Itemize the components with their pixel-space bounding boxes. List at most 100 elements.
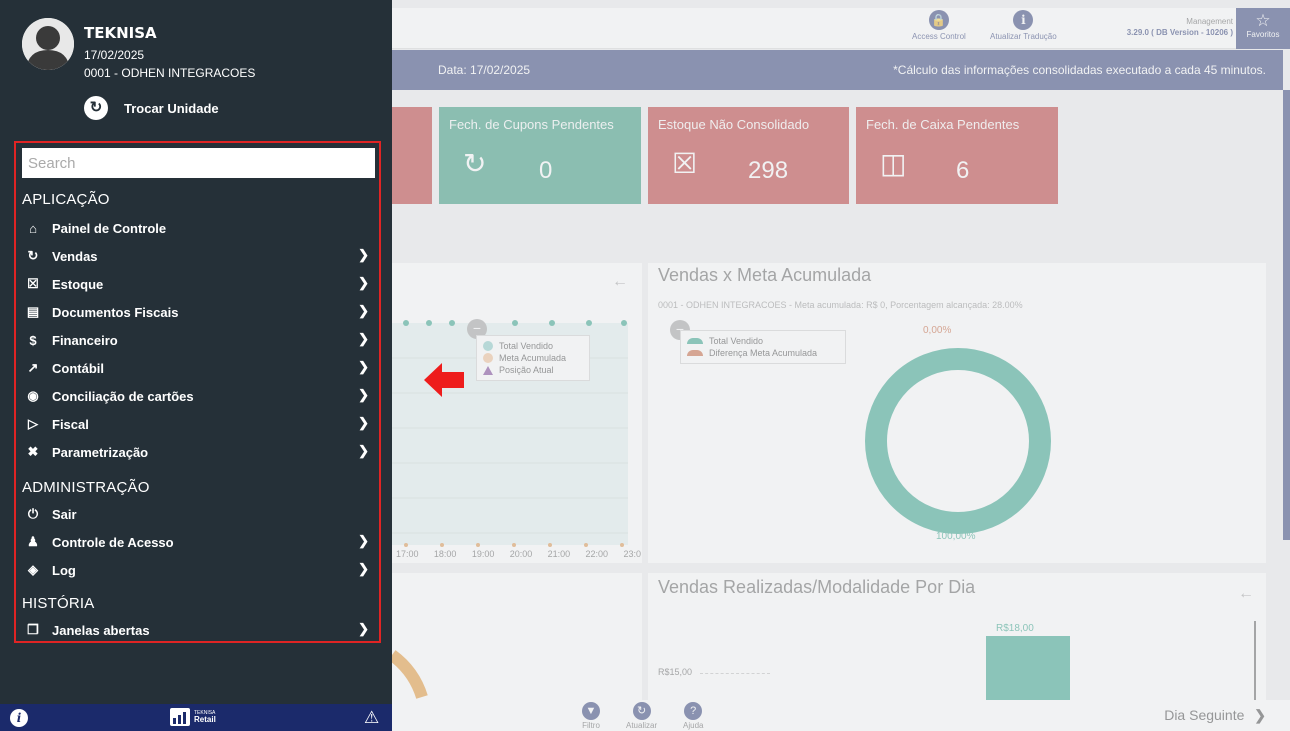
menu-item-label: Documentos Fiscais <box>52 304 179 320</box>
menu-item-controle-de-acesso[interactable]: ♟ Controle de Acesso ❯ <box>26 531 371 553</box>
x-tick: 23:0 <box>623 549 641 559</box>
legend-item: Posição Atual <box>483 364 583 376</box>
series-point <box>512 543 516 547</box>
legend-item: Meta Acumulada <box>483 352 583 364</box>
user-date: 17/02/2025 <box>84 48 145 62</box>
menu-item-fiscal[interactable]: ▷ Fiscal ❯ <box>26 413 371 435</box>
bar-chart-panel: Vendas Realizadas/Modalidade Por Dia ← R… <box>648 573 1266 700</box>
chevron-right-icon: ❯ <box>358 275 369 290</box>
legend-label: Meta Acumulada <box>499 353 567 363</box>
donut-top-label: 0,00% <box>923 325 952 336</box>
legend-label: Total Vendido <box>709 336 764 346</box>
home-icon: ⌂ <box>29 220 37 236</box>
update-translation-button[interactable]: i Atualizar Tradução <box>990 10 1057 41</box>
menu-item-label: Log <box>52 562 76 578</box>
help-button[interactable]: ? Ajuda <box>683 702 703 730</box>
favorites-button[interactable]: ☆ Favoritos <box>1236 8 1290 49</box>
donut-legend: Total Vendido Diferença Meta Acumulada <box>680 330 846 364</box>
modality-chart <box>392 650 428 699</box>
menu-item-label: Janelas abertas <box>52 622 150 638</box>
chart-icon: ↗ <box>27 360 39 375</box>
chevron-right-icon: ❯ <box>358 303 369 318</box>
chevron-right-icon: ❯ <box>358 443 369 458</box>
menu-item-parametrizacao[interactable]: ✖ Parametrização ❯ <box>26 441 371 463</box>
series-point <box>404 543 408 547</box>
chevron-right-icon: ❯ <box>1254 707 1266 723</box>
legend-label: Diferença Meta Acumulada <box>709 348 818 358</box>
info-note: *Cálculo das informações consolidadas ex… <box>893 63 1266 77</box>
menu-item-conciliacao-de-cartoes[interactable]: ◉ Conciliação de cartões ❯ <box>26 385 371 407</box>
version-label: 3.29.0 ( DB Version - 10206 ) <box>1126 28 1233 37</box>
refresh-icon: ↻ <box>632 702 651 720</box>
documents-icon: ▤ <box>26 304 40 319</box>
next-day-button[interactable]: Dia Seguinte ❯ <box>1164 707 1266 724</box>
menu-item-label: Contábil <box>52 360 104 376</box>
windows-icon: ❐ <box>27 622 39 637</box>
menu-item-label: Financeiro <box>52 332 118 348</box>
scrollbar[interactable] <box>1283 90 1290 540</box>
refresh-label: Atualizar <box>626 721 658 730</box>
filter-button[interactable]: ▼ Filtro <box>582 702 600 730</box>
chevron-right-icon: ❯ <box>358 331 369 346</box>
menu-item-financeiro[interactable]: $ Financeiro ❯ <box>26 329 371 351</box>
avatar[interactable] <box>22 18 74 70</box>
line-chart-panel: ← − Total Vendido Meta Acumulada Posição… <box>392 263 642 563</box>
menu-item-documentos-fiscais[interactable]: ▤ Documentos Fiscais ❯ <box>26 301 371 323</box>
menu-item-painel-de-controle[interactable]: ⌂ Painel de Controle <box>26 217 371 239</box>
sync-dollar-icon: ↻ <box>463 148 487 179</box>
swap-unit-label: Trocar Unidade <box>124 100 219 116</box>
donut-title: Vendas x Meta Acumulada <box>658 265 872 285</box>
menu-item-log[interactable]: ◈ Log ❯ <box>26 559 371 581</box>
donut-panel: Vendas x Meta Acumulada 0001 - ODHEN INT… <box>648 263 1266 563</box>
tools-icon: ✖ <box>27 444 39 459</box>
bar-chart-title: Vendas Realizadas/Modalidade Por Dia <box>658 577 976 597</box>
chevron-right-icon: ❯ <box>358 359 369 374</box>
section-administration: ADMINISTRAÇÃO <box>22 479 150 496</box>
line-chart <box>392 320 628 547</box>
series-point <box>426 320 432 326</box>
logo-chart-icon <box>170 708 190 726</box>
series-point <box>512 320 518 326</box>
kpi-card-coupons[interactable]: Fech. de Cupons Pendentes ↻ 0 <box>439 107 641 204</box>
info-icon: i <box>1013 10 1034 30</box>
access-control-button[interactable]: 🔒 Access Control <box>912 10 966 41</box>
legend-label: Total Vendido <box>499 341 554 351</box>
menu-item-label: Controle de Acesso <box>52 534 174 550</box>
menu-item-vendas[interactable]: ↻ Vendas ❯ <box>26 245 371 267</box>
x-tick: 19:00 <box>471 549 495 559</box>
chevron-right-icon: ❯ <box>358 621 369 636</box>
search-input[interactable] <box>22 148 375 178</box>
warning-icon[interactable]: ⚠ <box>364 708 379 728</box>
power-icon: ⏻ <box>27 506 39 521</box>
section-application: APLICAÇÃO <box>22 191 110 208</box>
kpi-card-stock[interactable]: Estoque Não Consolidado ☒ 298 <box>648 107 849 204</box>
series-point <box>548 543 552 547</box>
red-arrow-icon <box>424 363 464 397</box>
series-point <box>403 320 409 326</box>
version-info: Management 3.29.0 ( DB Version - 10206 ) <box>1095 16 1233 38</box>
kpi-card-title: Estoque Não Consolidado <box>658 117 810 132</box>
kpi-card-sales[interactable] <box>392 107 432 204</box>
kpi-card-cash[interactable]: Fech. de Caixa Pendentes ◫ 6 <box>856 107 1058 204</box>
menu-item-contabil[interactable]: ↗ Contábil ❯ <box>26 357 371 379</box>
donut-chart <box>865 348 1051 534</box>
update-translation-label: Atualizar Tradução <box>990 32 1057 41</box>
menu-item-sair[interactable]: ⏻ Sair <box>26 503 371 525</box>
menu-item-estoque[interactable]: ☒ Estoque ❯ <box>26 273 371 295</box>
back-arrow-icon[interactable]: ← <box>1238 585 1254 603</box>
info-icon[interactable]: i <box>10 709 28 727</box>
favorites-label: Favoritos <box>1246 30 1280 39</box>
kpi-card-value: 0 <box>539 157 553 184</box>
series-point <box>440 543 444 547</box>
bar-data-label: R$18,00 <box>996 623 1034 634</box>
refresh-button[interactable]: ↻ Atualizar <box>626 702 657 730</box>
menu-item-janelas-abertas[interactable]: ❐ Janelas abertas ❯ <box>26 619 371 641</box>
chevron-right-icon: ❯ <box>358 415 369 430</box>
swap-unit-button[interactable]: ↻ Trocar Unidade <box>84 96 219 120</box>
swap-icon: ↻ <box>84 96 108 120</box>
chevron-right-icon: ❯ <box>358 533 369 548</box>
user-icon: ♟ <box>27 534 39 549</box>
user-silhouette-icon <box>22 18 74 70</box>
chevron-right-icon: ❯ <box>358 387 369 402</box>
filter-label: Filtro <box>582 721 600 730</box>
